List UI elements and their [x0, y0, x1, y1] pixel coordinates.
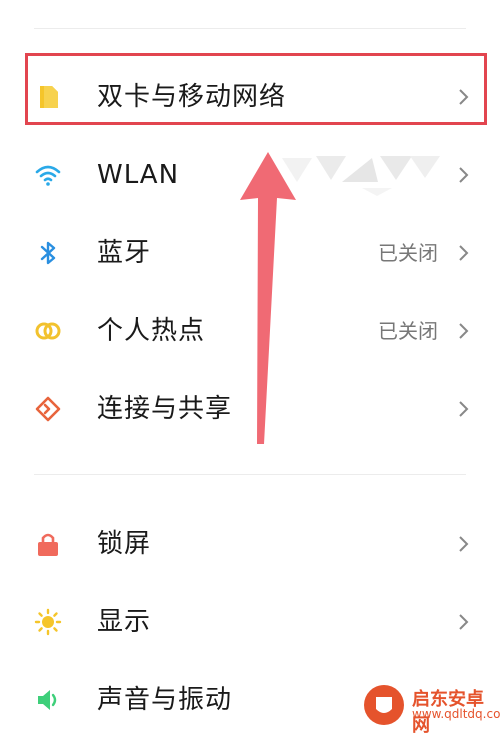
- share-icon: [35, 396, 61, 422]
- chevron-right-icon: [459, 401, 469, 417]
- sun-icon: [34, 608, 62, 636]
- chevron-right-icon: [459, 89, 469, 105]
- setting-label: 个人热点: [97, 316, 206, 346]
- setting-item-display[interactable]: 显示: [0, 583, 500, 661]
- hotspot-icon: [35, 322, 61, 340]
- setting-label: 锁屏: [97, 529, 152, 559]
- setting-item-dual-sim[interactable]: 双卡与移动网络: [0, 58, 500, 136]
- bluetooth-icon: [40, 241, 56, 265]
- setting-label: 蓝牙: [97, 238, 152, 268]
- setting-value: 已关闭: [378, 241, 438, 265]
- annotation-arrow-icon: [240, 152, 296, 444]
- watermark-url: www.qdltdq.com: [412, 707, 500, 721]
- lock-icon: [38, 533, 58, 556]
- setting-value: 已关闭: [378, 319, 438, 343]
- top-divider: [34, 28, 466, 29]
- setting-label: 声音与振动: [97, 685, 233, 715]
- chevron-right-icon: [459, 323, 469, 339]
- chevron-right-icon: [459, 167, 469, 183]
- setting-label: WLAN: [97, 160, 180, 190]
- speaker-icon: [38, 690, 57, 710]
- setting-label: 显示: [97, 607, 152, 637]
- chevron-right-icon: [459, 245, 469, 261]
- chevron-right-icon: [459, 614, 469, 630]
- sim-card-icon: [40, 86, 58, 108]
- watermark-logo-icon: [364, 685, 404, 725]
- watermark: 启东安卓网 www.qdltdq.com: [362, 683, 500, 736]
- setting-label: 连接与共享: [97, 394, 233, 424]
- group-divider: [34, 474, 466, 475]
- blurred-ssid-overlay: [282, 156, 440, 196]
- setting-item-lockscreen[interactable]: 锁屏: [0, 505, 500, 583]
- setting-label: 双卡与移动网络: [97, 82, 287, 112]
- wifi-icon: [35, 165, 61, 186]
- chevron-right-icon: [459, 536, 469, 552]
